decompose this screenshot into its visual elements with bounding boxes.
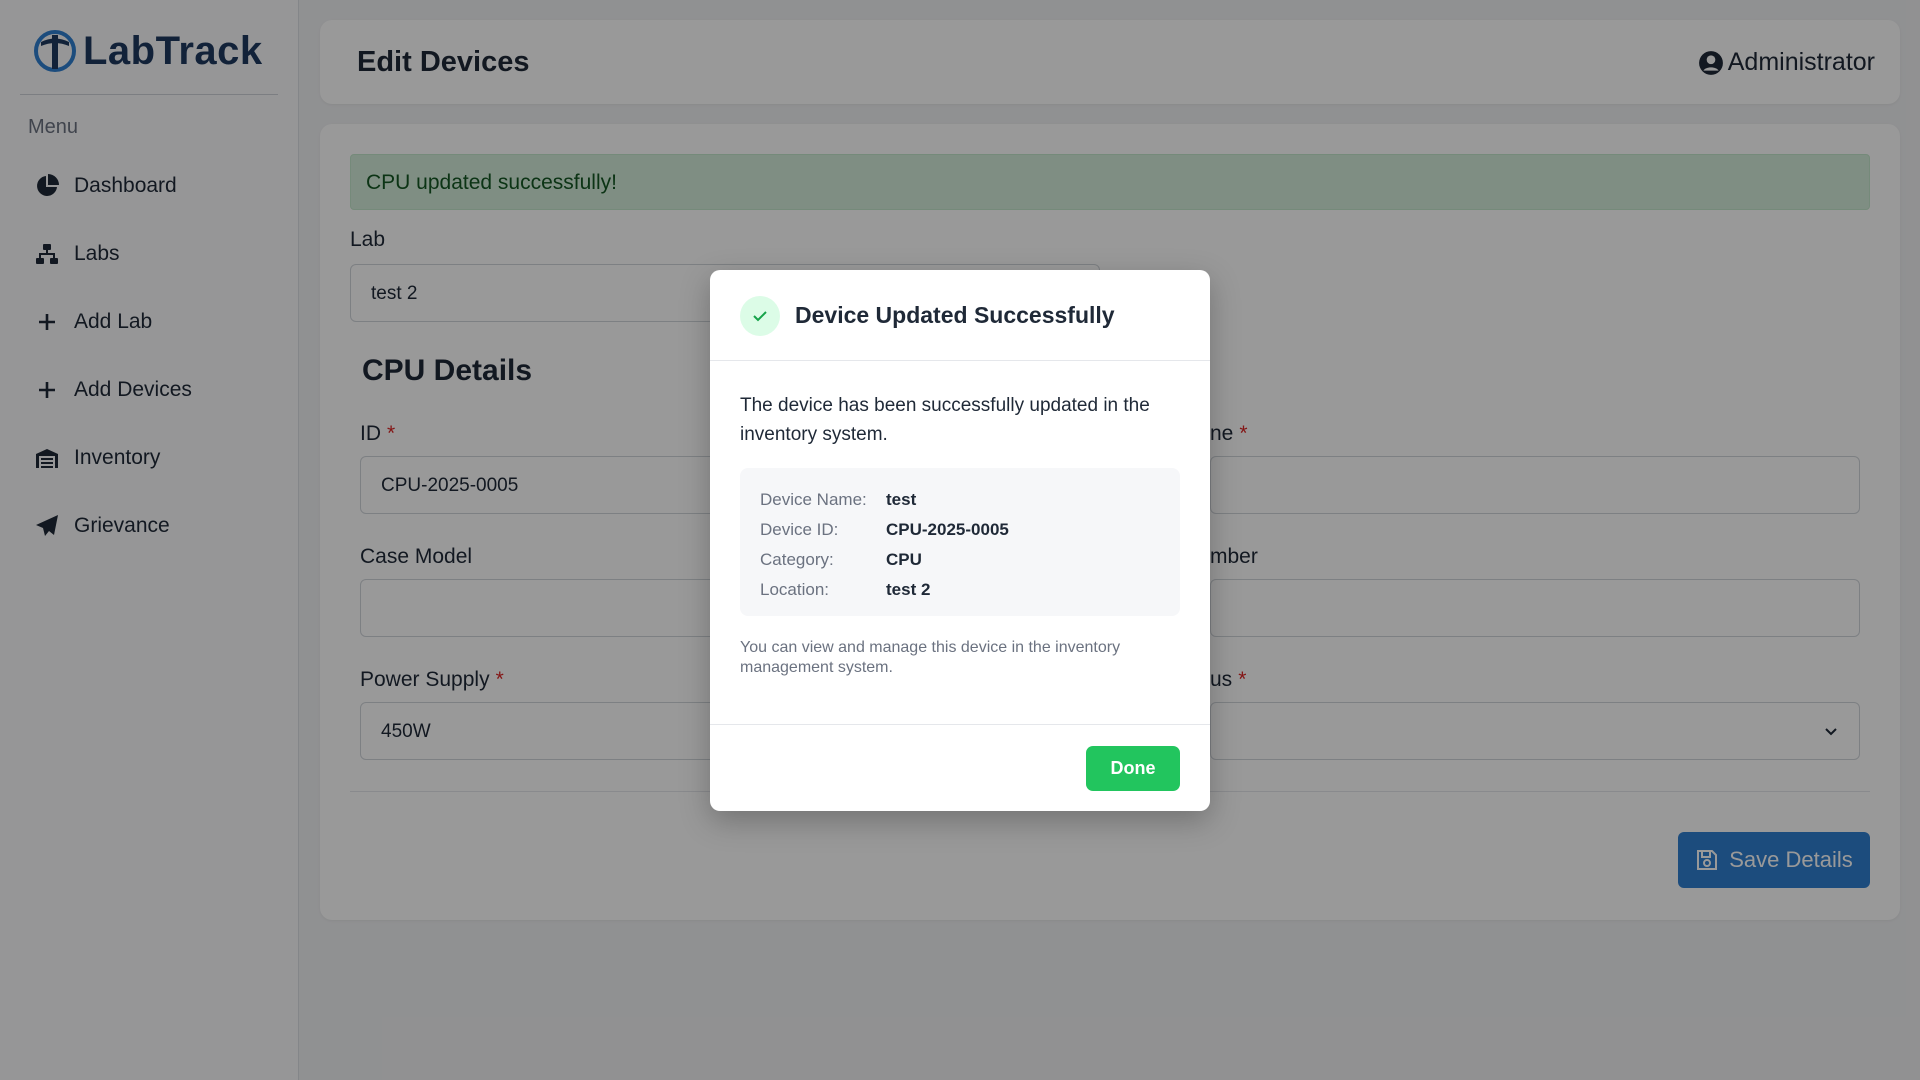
modal-note: You can view and manage this device in t…	[740, 639, 1121, 676]
detail-key: Device Name:	[760, 490, 867, 509]
success-modal: Device Updated Successfully The device h…	[710, 270, 1210, 811]
detail-value: CPU-2025-0005	[886, 520, 1009, 539]
modal-footer-divider	[710, 724, 1210, 725]
detail-row: Device Name: test	[760, 485, 1160, 515]
device-details: Device Name: test Device ID: CPU-2025-00…	[740, 468, 1180, 616]
detail-value: test 2	[886, 580, 931, 599]
detail-key: Device ID:	[760, 520, 839, 539]
detail-row: Device ID: CPU-2025-0005	[760, 515, 1160, 545]
detail-value: test	[886, 490, 917, 509]
modal-message: The device has been successfully updated…	[740, 395, 1150, 445]
detail-key: Location:	[760, 580, 829, 599]
modal-header: Device Updated Successfully	[710, 270, 1210, 361]
detail-row: Location: test 2	[760, 575, 1160, 605]
done-button[interactable]: Done	[1086, 746, 1180, 791]
detail-row: Category: CPU	[760, 545, 1160, 575]
detail-value: CPU	[886, 550, 922, 569]
detail-key: Category:	[760, 550, 834, 569]
modal-title: Device Updated Successfully	[795, 302, 1115, 328]
check-icon	[740, 296, 780, 336]
